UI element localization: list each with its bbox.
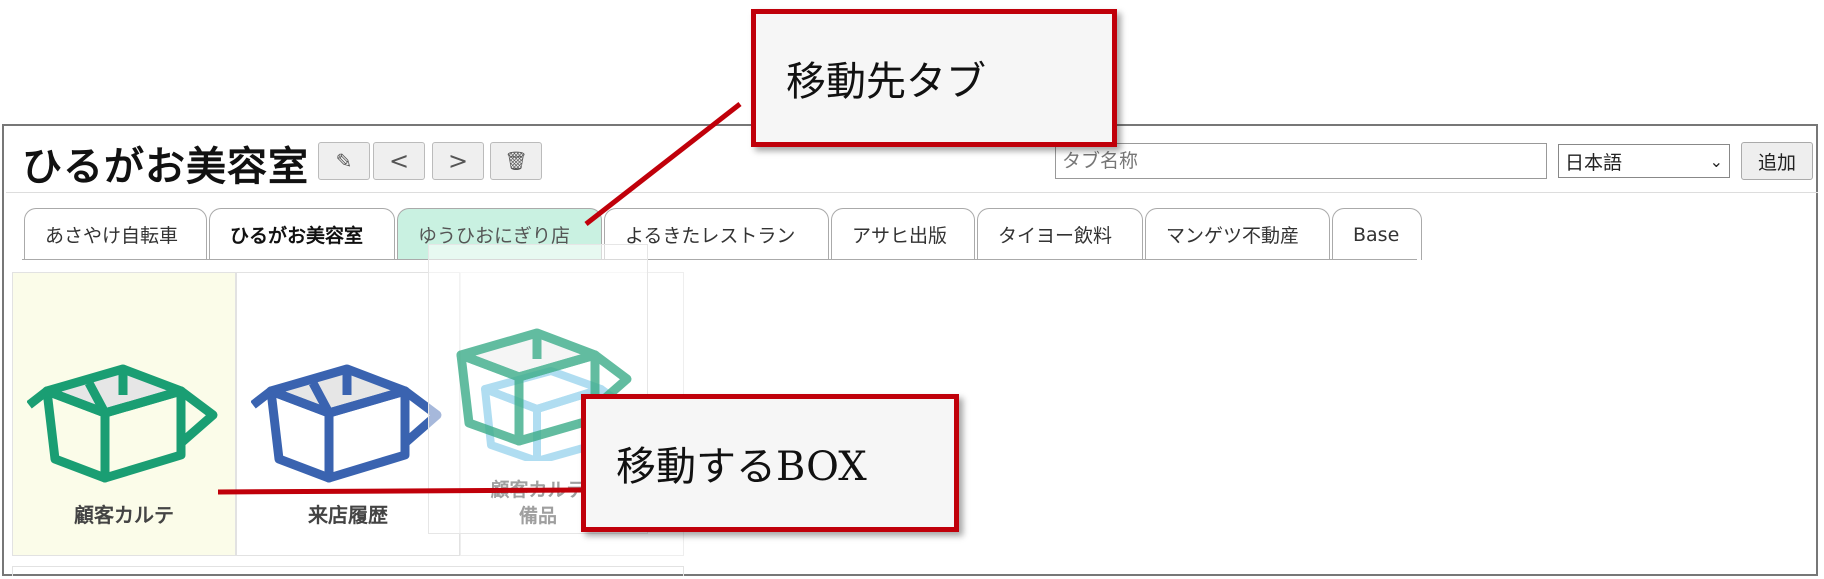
language-select-value: 日本語 [1565, 151, 1623, 174]
callout-moving-box: 移動するBOX [581, 394, 959, 532]
chevron-down-icon: ⌄ [1709, 151, 1723, 171]
language-select[interactable]: 日本語 ⌄ [1558, 144, 1730, 178]
box-label: 来店履歴 [308, 503, 388, 527]
tab-mangetsu[interactable]: マンゲツ不動産 [1145, 208, 1330, 260]
callout-moving-box-text: 移動するBOX [616, 444, 867, 490]
add-tab-button[interactable]: 追加 [1741, 142, 1813, 180]
box-label: 顧客カルテ [74, 503, 174, 527]
box-icon [251, 364, 442, 483]
box-tile[interactable]: 来店履歴 [236, 272, 460, 556]
page-title: ひるがお美容室 [22, 144, 309, 190]
trash-icon: 🗑 [504, 150, 528, 172]
chevron-left-icon: < [388, 147, 410, 175]
next-button[interactable]: > [432, 142, 484, 180]
box-icon [27, 364, 218, 483]
callout-target-tab: 移動先タブ [751, 9, 1117, 147]
edit-button[interactable]: ✎ [318, 142, 370, 180]
next-row [12, 566, 684, 576]
tab-hirugao[interactable]: ひるがお美容室 [209, 208, 395, 260]
pencil-icon: ✎ [335, 149, 353, 173]
header-divider [6, 192, 1818, 193]
tab-bar: あさやけ自転車 ひるがお美容室 ゆうひおにぎり店 よるきたレストラン アサヒ出版… [24, 208, 1424, 260]
callout-target-tab-text: 移動先タブ [786, 59, 986, 105]
tab-taiyo[interactable]: タイヨー飲料 [977, 208, 1143, 260]
tab-base[interactable]: Base [1332, 208, 1422, 260]
tab-name-input[interactable] [1055, 143, 1547, 179]
tab-asahi[interactable]: アサヒ出版 [831, 208, 975, 260]
tab-asayake[interactable]: あさやけ自転車 [24, 208, 207, 260]
delete-button[interactable]: 🗑 [490, 142, 542, 180]
chevron-right-icon: > [447, 147, 469, 175]
prev-button[interactable]: < [373, 142, 425, 180]
box-tile[interactable]: 顧客カルテ [12, 272, 236, 556]
tab-underline [22, 259, 1417, 260]
